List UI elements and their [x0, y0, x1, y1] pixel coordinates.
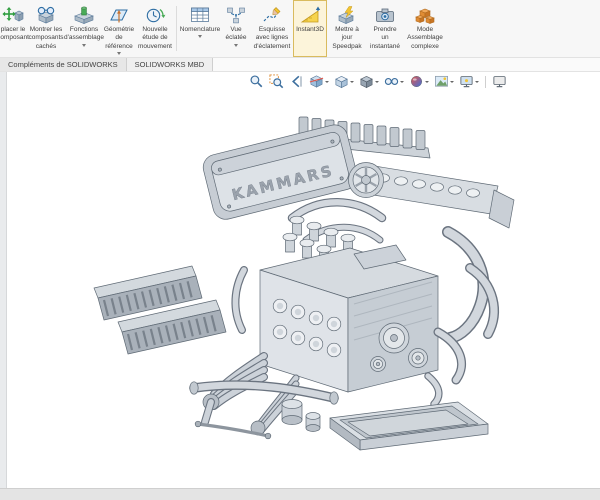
snapshot-camera-icon: [374, 4, 396, 25]
cmd-label: Nomenclature: [179, 26, 221, 33]
cmd-large-assembly-mode[interactable]: Mode Assemblage complexe: [403, 0, 447, 57]
cmd-label: Mettre à jour Speedpak: [332, 26, 362, 50]
cmd-reference-geometry[interactable]: Géométrie de référence: [102, 0, 136, 57]
cmd-label: Instant3D: [296, 26, 324, 33]
previous-view-button[interactable]: [288, 73, 305, 90]
cmd-move-component[interactable]: placer le composant: [0, 0, 29, 57]
large-assembly-mode-icon: [414, 4, 436, 25]
show-hidden-components-icon: [35, 4, 57, 25]
display-style-icon: [360, 75, 373, 89]
downpipe[interactable]: [231, 266, 248, 334]
apply-scene-icon: [435, 75, 448, 87]
cmd-label: Géométrie de référence: [103, 26, 135, 50]
edit-appearance-icon: [411, 76, 422, 87]
cmd-label: Montrer les composants cachés: [28, 26, 64, 50]
dropdown-caret-icon: [400, 80, 404, 83]
cmd-take-snapshot[interactable]: Prendre un instantané: [367, 0, 403, 57]
cmd-update-speedpak[interactable]: Mettre à jour Speedpak: [327, 0, 367, 57]
display-style-button[interactable]: [358, 73, 380, 90]
zoom-to-area-button[interactable]: [268, 73, 285, 90]
section-view-icon: [309, 75, 324, 88]
update-speedpak-icon: [336, 4, 358, 25]
pulley-wheel[interactable]: [348, 162, 384, 198]
intake-piping[interactable]: [442, 226, 499, 344]
bom-table-icon: [189, 4, 211, 25]
edit-appearance-button[interactable]: [408, 73, 430, 90]
screen-icon: [493, 76, 506, 88]
cmd-instant3d[interactable]: Instant3D: [293, 0, 327, 57]
screen-button[interactable]: [491, 73, 508, 90]
view-orientation-icon: [335, 75, 348, 89]
commandmanager-tab-strip: Compléments de SOLIDWORKS SOLIDWORKS MBD: [0, 58, 600, 72]
dropdown-caret-icon: [475, 80, 479, 83]
filter-canisters[interactable]: [281, 399, 321, 432]
explode-line-sketch-icon: [261, 4, 283, 25]
dropdown-caret-icon: [350, 80, 354, 83]
toolbar-separator: [485, 75, 486, 88]
dropdown-caret-icon: [198, 35, 202, 39]
dropdown-caret-icon: [82, 43, 86, 47]
command-manager: placer le composant Montrer les composan…: [0, 0, 600, 58]
heads-up-toolbar: [248, 73, 508, 90]
view-orientation-button[interactable]: [333, 73, 355, 90]
valve-cover[interactable]: KAMMARS: [200, 122, 360, 222]
tab-solidworks-addins[interactable]: Compléments de SOLIDWORKS: [0, 58, 127, 71]
apply-scene-button[interactable]: [433, 73, 455, 90]
view-settings-icon: [460, 76, 473, 88]
cmd-exploded-view[interactable]: Vue éclatée: [221, 0, 251, 57]
cmd-label: Vue éclatée: [225, 26, 247, 42]
previous-view-icon: [292, 75, 302, 88]
hide-show-items-button[interactable]: [383, 73, 405, 90]
zoom-to-fit-icon: [250, 75, 263, 88]
cmd-label: Prendre un instantané: [370, 26, 400, 50]
cmd-explode-line-sketch[interactable]: Esquisse avec lignes d'éclatement: [251, 0, 293, 57]
dropdown-caret-icon: [325, 80, 329, 83]
hide-show-items-icon: [384, 78, 399, 85]
cooler-bars[interactable]: [93, 265, 227, 355]
dropdown-caret-icon: [117, 52, 121, 56]
toolbar-separator: [176, 6, 177, 51]
dropdown-caret-icon: [425, 80, 429, 83]
dropdown-caret-icon: [450, 80, 454, 83]
motion-study-icon: [144, 4, 166, 25]
exploded-view-icon: [225, 4, 247, 25]
status-bar: [0, 488, 600, 500]
zoom-to-area-icon: [269, 74, 284, 89]
cmd-label: Nouvelle étude de mouvement: [138, 26, 172, 50]
engine-exploded-view-model[interactable]: KAMMARS: [0, 72, 600, 488]
graphics-area[interactable]: KAMMARS: [0, 72, 600, 488]
cmd-label: Mode Assemblage complexe: [407, 26, 443, 50]
instant3d-icon: [299, 4, 321, 25]
cmd-label: Esquisse avec lignes d'éclatement: [253, 26, 291, 50]
move-component-icon: [2, 4, 24, 25]
dropdown-caret-icon: [375, 80, 379, 83]
solidworks-window: placer le composant Montrer les composan…: [0, 0, 600, 500]
section-view-button[interactable]: [308, 73, 330, 90]
view-settings-button[interactable]: [458, 73, 480, 90]
left-panel-edge: [0, 72, 7, 488]
tab-solidworks-mbd[interactable]: SOLIDWORKS MBD: [126, 58, 214, 71]
cmd-motion-study[interactable]: Nouvelle étude de mouvement: [136, 0, 174, 57]
cmd-label: placer le composant: [0, 26, 29, 42]
zoom-to-fit-button[interactable]: [248, 73, 265, 90]
oil-pan[interactable]: [329, 401, 489, 451]
assembly-features-icon: [73, 4, 95, 25]
cmd-label: Fonctions d'assemblage: [64, 26, 104, 42]
reference-geometry-icon: [108, 4, 130, 25]
cmd-show-hidden-components[interactable]: Montrer les composants cachés: [26, 0, 66, 57]
dropdown-caret-icon: [234, 43, 238, 47]
cmd-assembly-features[interactable]: Fonctions d'assemblage: [64, 0, 104, 57]
engine-block[interactable]: [259, 244, 439, 393]
cmd-bom[interactable]: Nomenclature: [179, 0, 221, 57]
